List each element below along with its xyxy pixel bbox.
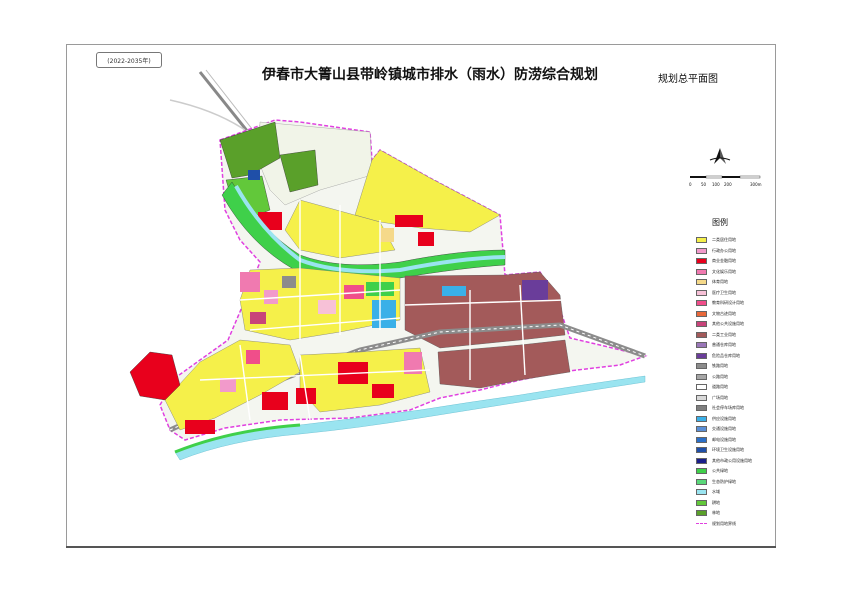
legend-item: 道路用地: [696, 382, 772, 393]
legend-swatch: [696, 342, 707, 349]
legend-item: 规划用地界线: [696, 519, 772, 530]
legend-swatch: [696, 405, 707, 412]
legend-item: 商业金融用地: [696, 256, 772, 267]
legend-label: 公路用地: [712, 373, 728, 379]
scale-label: 100: [712, 182, 720, 187]
legend-label: 邮电设施用地: [712, 436, 736, 442]
legend-label: 二类工业用地: [712, 331, 736, 337]
legend-label: 普通仓库用地: [712, 342, 736, 348]
scale-label: 50: [701, 182, 707, 187]
legend-label: 林地: [712, 510, 720, 516]
legend-swatch: [696, 468, 707, 475]
legend-label: 生态防护绿地: [712, 478, 736, 484]
legend-swatch: [696, 310, 707, 317]
legend-item: 广场用地: [696, 393, 772, 404]
legend-swatch: [696, 489, 707, 496]
legend-swatch: [696, 321, 707, 328]
legend-item: 其他市政公用设施用地: [696, 456, 772, 467]
legend-item: 林地: [696, 508, 772, 519]
legend-swatch: [696, 300, 707, 307]
legend-swatch: [696, 394, 707, 401]
legend-item: 行政办公用地: [696, 246, 772, 257]
legend-swatch: [696, 331, 707, 338]
legend-swatch: [696, 352, 707, 359]
legend-label: 商业金融用地: [712, 258, 736, 264]
legend-item: 其他公共设施用地: [696, 319, 772, 330]
scale-label: 0: [689, 182, 692, 187]
legend-label: 水域: [712, 489, 720, 495]
legend-item: 铁路用地: [696, 361, 772, 372]
map-subtitle: 规划总平面图: [658, 74, 718, 85]
legend-swatch: [696, 268, 707, 275]
legend-item: 二类居住用地: [696, 235, 772, 246]
legend-swatch: [696, 247, 707, 254]
map-legend: 图例 二类居住用地 行政办公用地 商业金融用地 文化娱乐用地 体育用地医疗卫生用地教育科…: [696, 217, 772, 529]
legend-swatch: [696, 363, 707, 370]
legend-swatch: [696, 279, 707, 286]
legend-label: 公共绿地: [712, 468, 728, 474]
legend-label: 教育科研设计用地: [712, 300, 744, 306]
legend-label: 医疗卫生用地: [712, 289, 736, 295]
legend-item: 体育用地: [696, 277, 772, 288]
legend-label: 铁路用地: [712, 363, 728, 369]
legend-label: 二类居住用地: [712, 237, 736, 243]
scale-bar: 0 50 100 200 300m: [689, 175, 762, 187]
legend-swatch: [696, 289, 707, 296]
legend-item: 交通设施用地: [696, 424, 772, 435]
legend-item: 危险品仓库用地: [696, 351, 772, 362]
legend-item: 耕地: [696, 498, 772, 509]
legend-item: 医疗卫生用地: [696, 288, 772, 299]
legend-swatch: [696, 258, 707, 265]
legend-swatch: [696, 447, 707, 454]
legend-label: 其他市政公用设施用地: [712, 457, 752, 463]
legend-label: 广场用地: [712, 394, 728, 400]
legend-label: 耕地: [712, 499, 720, 505]
legend-item: 文化娱乐用地: [696, 267, 772, 278]
legend-swatch: [696, 415, 707, 422]
legend-item: 生态防护绿地: [696, 477, 772, 488]
legend-item: 教育科研设计用地: [696, 298, 772, 309]
legend-label: 供应设施用地: [712, 415, 736, 421]
legend-label: 环境卫生设施用地: [712, 447, 744, 453]
legend-list: 二类居住用地 行政办公用地 商业金融用地 文化娱乐用地 体育用地医疗卫生用地教育科研设计…: [696, 235, 772, 529]
legend-label: 文物古迹用地: [712, 310, 736, 316]
legend-label: 危险品仓库用地: [712, 352, 740, 358]
legend-swatch: [696, 522, 707, 525]
legend-item: 公共绿地: [696, 466, 772, 477]
legend-label: 体育用地: [712, 279, 728, 285]
north-arrow-icon: [709, 148, 731, 164]
legend-label: 其他公共设施用地: [712, 321, 744, 327]
legend-item: 公路用地: [696, 372, 772, 383]
legend-swatch: [696, 499, 707, 506]
legend-swatch: [696, 373, 707, 380]
legend-swatch: [696, 384, 707, 391]
legend-swatch: [696, 436, 707, 443]
legend-item: 普通仓库用地: [696, 340, 772, 351]
planning-period-badge: (2022-2035年): [96, 52, 162, 68]
legend-item: 供应设施用地: [696, 414, 772, 425]
legend-label: 社会停车场库用地: [712, 405, 744, 411]
legend-item: 水域: [696, 487, 772, 498]
legend-label: 规划用地界线: [712, 520, 736, 526]
legend-swatch: [696, 478, 707, 485]
legend-item: 环境卫生设施用地: [696, 445, 772, 456]
legend-swatch: [696, 237, 707, 244]
legend-item: 文物古迹用地: [696, 309, 772, 320]
legend-item: 邮电设施用地: [696, 435, 772, 446]
legend-label: 交通设施用地: [712, 426, 736, 432]
scale-label: 200: [724, 182, 732, 187]
legend-swatch: [696, 426, 707, 433]
legend-swatch: [696, 510, 707, 517]
legend-swatch: [696, 457, 707, 464]
legend-item: 二类工业用地: [696, 330, 772, 341]
legend-label: 道路用地: [712, 384, 728, 390]
legend-item: 社会停车场库用地: [696, 403, 772, 414]
legend-label: 文化娱乐用地: [712, 268, 736, 274]
legend-label: 行政办公用地: [712, 247, 736, 253]
scale-label: 300m: [750, 182, 762, 187]
legend-title: 图例: [712, 218, 728, 227]
map-title: 伊春市大箐山县带岭镇城市排水（雨水）防涝综合规划: [262, 67, 598, 83]
